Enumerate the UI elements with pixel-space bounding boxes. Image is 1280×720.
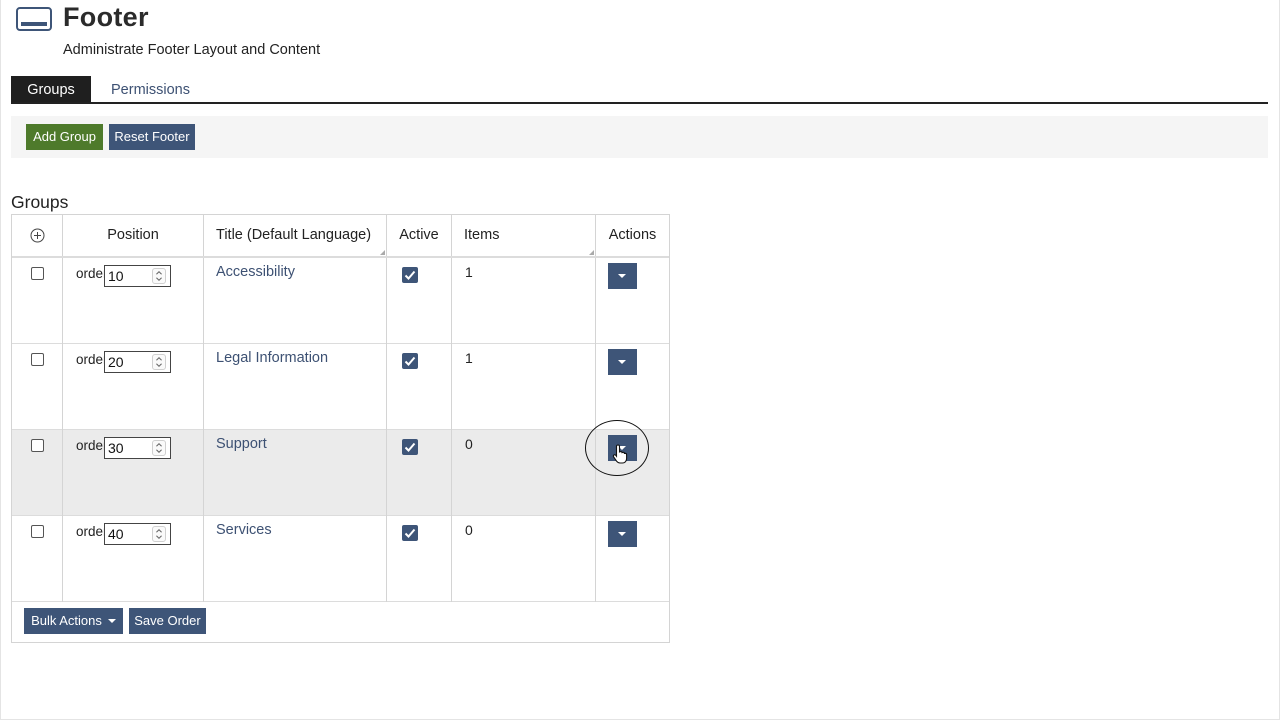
active-column-header[interactable]: Active <box>387 215 452 256</box>
add-circle-icon[interactable] <box>30 228 45 243</box>
table-row: order 30 Support 0 <box>12 430 669 516</box>
table-footer: Bulk Actions Save Order <box>12 603 669 642</box>
row-select-checkbox[interactable] <box>31 525 44 538</box>
page-subtitle: Administrate Footer Layout and Content <box>63 42 321 58</box>
active-checkbox-checked[interactable] <box>402 439 418 455</box>
position-value: 10 <box>108 268 124 284</box>
items-count: 0 <box>465 522 473 538</box>
spinner-arrows-icon[interactable] <box>152 526 166 542</box>
table-row: order 20 Legal Information 1 <box>12 344 669 430</box>
active-checkbox-checked[interactable] <box>402 353 418 369</box>
position-input[interactable]: 30 <box>104 437 171 459</box>
table-row: order 40 Services 0 <box>12 516 669 602</box>
groups-table: Position Title (Default Language) Active… <box>11 214 670 643</box>
tab-groups[interactable]: Groups <box>11 76 91 102</box>
table-header: Position Title (Default Language) Active… <box>12 215 669 258</box>
group-title-link[interactable]: Support <box>216 436 267 452</box>
add-group-button[interactable]: Add Group <box>26 124 103 150</box>
footer-layout-icon <box>16 7 52 31</box>
spinner-arrows-icon[interactable] <box>152 440 166 456</box>
active-checkbox-checked[interactable] <box>402 267 418 283</box>
row-actions-dropdown-button[interactable] <box>608 263 637 289</box>
active-header-label: Active <box>399 227 439 243</box>
table-row: order 10 Accessibility 1 <box>12 258 669 344</box>
position-value: 40 <box>108 526 124 542</box>
group-title-link[interactable]: Services <box>216 522 272 538</box>
position-input[interactable]: 40 <box>104 523 171 545</box>
row-actions-dropdown-button[interactable] <box>608 349 637 375</box>
position-input[interactable]: 20 <box>104 351 171 373</box>
group-title-link[interactable]: Legal Information <box>216 350 328 366</box>
order-label: order <box>76 266 108 281</box>
row-select-checkbox[interactable] <box>31 267 44 280</box>
actions-column-header: Actions <box>596 215 669 256</box>
actions-header-label: Actions <box>608 227 657 243</box>
caret-down-icon <box>618 360 626 364</box>
page-title: Footer <box>63 2 149 32</box>
items-count: 1 <box>465 264 473 280</box>
items-count: 0 <box>465 436 473 452</box>
position-value: 20 <box>108 354 124 370</box>
position-header-label: Position <box>107 227 159 243</box>
section-title: Groups <box>11 192 69 212</box>
caret-down-icon <box>618 532 626 536</box>
row-select-checkbox[interactable] <box>31 353 44 366</box>
title-header-label: Title (Default Language) <box>216 227 372 243</box>
position-input[interactable]: 10 <box>104 265 171 287</box>
caret-down-icon <box>618 274 626 278</box>
select-column-header <box>12 215 63 256</box>
column-resize-handle[interactable] <box>589 250 594 255</box>
order-label: order <box>76 524 108 539</box>
save-order-button[interactable]: Save Order <box>129 608 206 634</box>
tab-permissions[interactable]: Permissions <box>96 76 205 102</box>
order-label: order <box>76 438 108 453</box>
items-header-label: Items <box>464 227 500 243</box>
position-value: 30 <box>108 440 124 456</box>
active-checkbox-checked[interactable] <box>402 525 418 541</box>
bulk-actions-button[interactable]: Bulk Actions <box>24 608 123 634</box>
items-count: 1 <box>465 350 473 366</box>
tab-bar: Groups Permissions <box>11 76 1268 104</box>
group-title-link[interactable]: Accessibility <box>216 264 295 280</box>
title-column-header[interactable]: Title (Default Language) <box>204 215 387 256</box>
position-column-header[interactable]: Position <box>63 215 204 256</box>
caret-down-icon <box>108 619 116 623</box>
spinner-arrows-icon[interactable] <box>152 268 166 284</box>
reset-footer-button[interactable]: Reset Footer <box>109 124 195 150</box>
row-select-checkbox[interactable] <box>31 439 44 452</box>
bulk-actions-label: Bulk Actions <box>31 613 102 628</box>
column-resize-handle[interactable] <box>380 250 385 255</box>
spinner-arrows-icon[interactable] <box>152 354 166 370</box>
items-column-header[interactable]: Items <box>452 215 596 256</box>
row-actions-dropdown-button[interactable] <box>608 521 637 547</box>
order-label: order <box>76 352 108 367</box>
hand-pointer-icon <box>612 444 628 464</box>
toolbar: Add Group Reset Footer <box>11 116 1268 158</box>
